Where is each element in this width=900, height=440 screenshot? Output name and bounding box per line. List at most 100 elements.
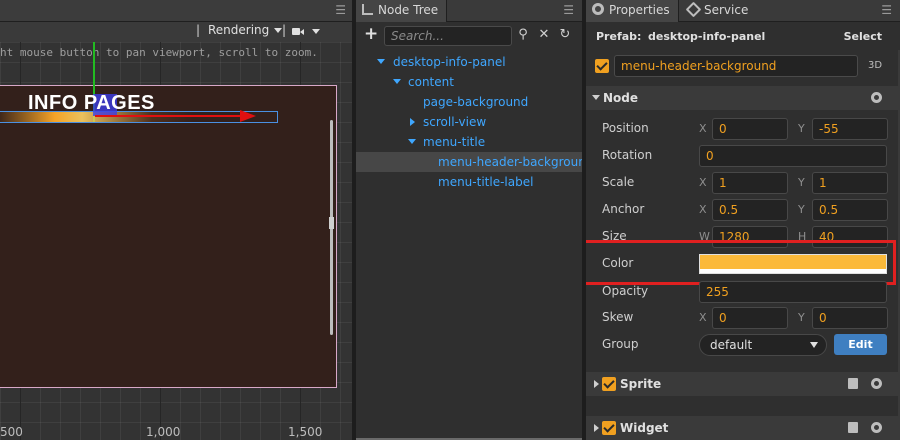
- scale-x-field[interactable]: 1: [712, 172, 788, 194]
- properties-panel: Properties Service ☰ Prefab: desktop-inf…: [586, 0, 900, 440]
- scale-y-field[interactable]: 1: [812, 172, 888, 194]
- canvas-frame[interactable]: [0, 85, 337, 388]
- toggle-3d[interactable]: 3D: [868, 60, 882, 71]
- node-active-checkbox[interactable]: [595, 59, 609, 73]
- axis-label: Y: [798, 203, 805, 216]
- sprite-enabled-checkbox[interactable]: [602, 377, 616, 391]
- hamburger-icon[interactable]: ☰: [335, 3, 346, 17]
- rendering-dropdown[interactable]: Rendering: [208, 23, 283, 37]
- collapsed-arrow-icon[interactable]: [410, 118, 415, 126]
- add-node-button[interactable]: +: [364, 24, 378, 44]
- viewport-hint: ht mouse button to pan viewport, scroll …: [0, 46, 318, 59]
- tree-item-label: scroll-view: [423, 115, 487, 129]
- anchor-x-field[interactable]: 0.5: [712, 199, 788, 221]
- scene-viewport[interactable]: ht mouse button to pan viewport, scroll …: [0, 42, 352, 440]
- rotation-field[interactable]: 0: [699, 145, 887, 167]
- x-axis-gizmo[interactable]: [95, 115, 245, 117]
- node-name-input[interactable]: [614, 55, 858, 77]
- prop-label: Position: [602, 121, 649, 135]
- rotation-row: Rotation 0: [586, 144, 900, 168]
- info-title-part2: AGES: [96, 92, 155, 114]
- info-title-part1: INFO P: [28, 92, 97, 114]
- scene-tab-bar: ☰: [0, 0, 352, 22]
- hamburger-icon[interactable]: ☰: [563, 3, 574, 17]
- camera-dropdown[interactable]: [290, 26, 322, 38]
- prefab-name: desktop-info-panel: [648, 30, 766, 43]
- book-icon[interactable]: [848, 422, 858, 433]
- node-name-row: 3D: [586, 54, 900, 78]
- expand-arrow-icon[interactable]: [393, 79, 401, 84]
- ruler-label: 1,000: [146, 425, 181, 439]
- node-section-header[interactable]: Node: [586, 86, 900, 110]
- tree-item-menu-header-background[interactable]: menu-header-background: [356, 152, 593, 172]
- skew-x-field[interactable]: 0: [712, 307, 788, 329]
- position-x-field[interactable]: 0: [712, 118, 788, 140]
- tab-label: Properties: [609, 3, 670, 17]
- tree-item-menu-title[interactable]: menu-title: [356, 132, 582, 152]
- search-icon[interactable]: ⚲: [516, 28, 530, 42]
- info-pages-title: INFO PAGES: [28, 92, 155, 115]
- tab-label: Service: [704, 3, 749, 17]
- video-camera-icon: [292, 28, 300, 35]
- axis-label: Y: [798, 122, 805, 135]
- scroll-view-knob[interactable]: [329, 217, 334, 229]
- node-tree-icon: [362, 4, 373, 15]
- service-icon: [685, 1, 702, 18]
- x-axis-arrowhead[interactable]: [240, 110, 256, 122]
- node-tree-panel: Node Tree ☰ + ⚲ ✕ ↻ desktop-info-panel c…: [356, 0, 593, 440]
- gear-icon[interactable]: [871, 92, 882, 103]
- group-edit-button[interactable]: Edit: [834, 334, 887, 355]
- gear-icon: [592, 3, 604, 15]
- chevron-down-icon: [312, 29, 320, 34]
- prop-label: Group: [602, 337, 639, 351]
- tab-node-tree[interactable]: Node Tree: [356, 0, 448, 22]
- group-dropdown[interactable]: default: [699, 334, 827, 356]
- scene-panel: ☰ | Rendering | ht mouse button to pan v…: [0, 0, 352, 440]
- search-input[interactable]: [384, 26, 512, 46]
- refresh-icon[interactable]: ↻: [558, 28, 572, 42]
- prop-label: Scale: [602, 175, 635, 189]
- book-icon[interactable]: [848, 378, 858, 389]
- rendering-label: Rendering: [208, 23, 270, 37]
- chevron-right-icon: [594, 380, 599, 388]
- video-camera-lens: [300, 29, 304, 35]
- tree-item-desktop-info-panel[interactable]: desktop-info-panel: [356, 52, 582, 72]
- toolbar-separator: |: [196, 23, 201, 37]
- tab-label: Node Tree: [378, 3, 439, 17]
- axis-label: X: [699, 311, 707, 324]
- gear-icon[interactable]: [871, 422, 882, 433]
- tree-item-scroll-view[interactable]: scroll-view: [356, 112, 582, 132]
- axis-label: Y: [798, 311, 805, 324]
- hamburger-icon[interactable]: ☰: [881, 3, 892, 17]
- position-y-field[interactable]: -55: [812, 118, 888, 140]
- prop-label: Anchor: [602, 202, 645, 216]
- component-title: Sprite: [620, 377, 662, 391]
- collapse-icon[interactable]: ✕: [537, 28, 551, 42]
- sprite-component-header[interactable]: Sprite: [586, 372, 900, 396]
- opacity-row: Opacity 255: [586, 280, 900, 304]
- tab-properties[interactable]: Properties: [586, 0, 679, 22]
- toolbar-separator: |: [282, 23, 287, 37]
- section-title: Node: [603, 91, 639, 105]
- tree-item-page-background[interactable]: page-background: [356, 92, 582, 112]
- widget-component-header[interactable]: Widget: [586, 416, 900, 440]
- node-tree-toolbar: + ⚲ ✕ ↻: [356, 22, 582, 50]
- scale-row: Scale X 1 Y 1: [586, 171, 900, 195]
- prop-label: Skew: [602, 310, 634, 324]
- expand-arrow-icon[interactable]: [408, 139, 416, 144]
- axis-label: X: [699, 203, 707, 216]
- tree-item-menu-title-label[interactable]: menu-title-label: [356, 172, 582, 192]
- expand-arrow-icon[interactable]: [377, 59, 385, 64]
- node-tree-tab-bar: Node Tree ☰: [356, 0, 582, 22]
- prefab-select-button[interactable]: Select: [844, 30, 882, 43]
- prop-label: Rotation: [602, 148, 653, 162]
- tree-item-label: menu-title-label: [438, 175, 534, 189]
- tab-service[interactable]: Service: [682, 0, 756, 22]
- opacity-field[interactable]: 255: [699, 281, 887, 303]
- tree-item-content[interactable]: content: [356, 72, 582, 92]
- anchor-y-field[interactable]: 0.5: [812, 199, 888, 221]
- widget-enabled-checkbox[interactable]: [602, 421, 616, 435]
- axis-label: X: [699, 176, 707, 189]
- gear-icon[interactable]: [871, 378, 882, 389]
- skew-y-field[interactable]: 0: [812, 307, 888, 329]
